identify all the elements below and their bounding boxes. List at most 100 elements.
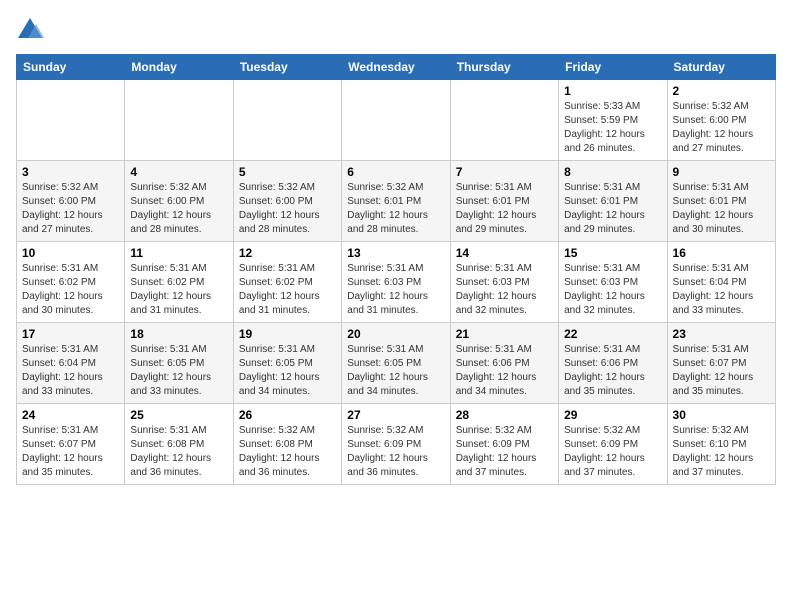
calendar-cell: 26 Sunrise: 5:32 AM Sunset: 6:08 PM Dayli… — [233, 404, 341, 485]
calendar-cell: 12Sunrise: 5:31 AM Sunset: 6:02 PM Dayli… — [233, 242, 341, 323]
day-info: Sunrise: 5:32 AM Sunset: 6:00 PM Dayligh… — [22, 181, 119, 237]
day-info: Sunrise: 5:31 AM Sunset: 6:01 PM Dayligh… — [673, 181, 770, 237]
calendar-cell — [342, 80, 450, 161]
day-number: 21 — [456, 327, 553, 341]
calendar-cell: 1 Sunrise: 5:33 AM Sunset: 5:59 PM Daylig… — [559, 80, 667, 161]
day-info: Sunrise: 5:31 AM Sunset: 6:02 PM Dayligh… — [130, 262, 227, 318]
day-info: Sunrise: 5:31 AM Sunset: 6:02 PM Dayligh… — [22, 262, 119, 318]
calendar-cell: 21 Sunrise: 5:31 AM Sunset: 6:06 PM Dayli… — [450, 323, 558, 404]
logo-icon — [16, 16, 44, 44]
calendar-row-1: 1 Sunrise: 5:33 AM Sunset: 5:59 PM Daylig… — [17, 80, 776, 161]
day-info: Sunrise: 5:31 AM Sunset: 6:04 PM Dayligh… — [22, 343, 119, 399]
day-info: Sunrise: 5:31 AM Sunset: 6:03 PM Dayligh… — [456, 262, 553, 318]
day-info: Sunrise: 5:32 AM Sunset: 6:00 PM Dayligh… — [239, 181, 336, 237]
day-number: 15 — [564, 246, 661, 260]
weekday-header-wednesday: Wednesday — [342, 55, 450, 80]
day-info: Sunrise: 5:32 AM Sunset: 6:00 PM Dayligh… — [130, 181, 227, 237]
day-number: 7 — [456, 165, 553, 179]
day-info: Sunrise: 5:31 AM Sunset: 6:08 PM Dayligh… — [130, 424, 227, 480]
day-number: 8 — [564, 165, 661, 179]
day-number: 14 — [456, 246, 553, 260]
day-info: Sunrise: 5:31 AM Sunset: 6:02 PM Dayligh… — [239, 262, 336, 318]
day-number: 13 — [347, 246, 444, 260]
day-info: Sunrise: 5:31 AM Sunset: 6:05 PM Dayligh… — [130, 343, 227, 399]
day-info: Sunrise: 5:32 AM Sunset: 6:09 PM Dayligh… — [347, 424, 444, 480]
calendar-cell: 18 Sunrise: 5:31 AM Sunset: 6:05 PM Dayli… — [125, 323, 233, 404]
calendar-cell: 11 Sunrise: 5:31 AM Sunset: 6:02 PM Dayli… — [125, 242, 233, 323]
calendar-cell: 22Sunrise: 5:31 AM Sunset: 6:06 PM Dayli… — [559, 323, 667, 404]
day-number: 4 — [130, 165, 227, 179]
calendar-cell: 2 Sunrise: 5:32 AM Sunset: 6:00 PM Daylig… — [667, 80, 775, 161]
day-number: 18 — [130, 327, 227, 341]
day-info: Sunrise: 5:32 AM Sunset: 6:09 PM Dayligh… — [456, 424, 553, 480]
day-number: 3 — [22, 165, 119, 179]
day-info: Sunrise: 5:32 AM Sunset: 6:08 PM Dayligh… — [239, 424, 336, 480]
day-number: 28 — [456, 408, 553, 422]
day-number: 16 — [673, 246, 770, 260]
calendar-cell: 4 Sunrise: 5:32 AM Sunset: 6:00 PM Daylig… — [125, 161, 233, 242]
calendar-row-3: 10 Sunrise: 5:31 AM Sunset: 6:02 PM Dayli… — [17, 242, 776, 323]
calendar-row-2: 3 Sunrise: 5:32 AM Sunset: 6:00 PM Daylig… — [17, 161, 776, 242]
day-number: 20 — [347, 327, 444, 341]
calendar-cell: 6 Sunrise: 5:32 AM Sunset: 6:01 PM Daylig… — [342, 161, 450, 242]
calendar-cell: 9 Sunrise: 5:31 AM Sunset: 6:01 PM Daylig… — [667, 161, 775, 242]
calendar-cell: 19 Sunrise: 5:31 AM Sunset: 6:05 PM Dayli… — [233, 323, 341, 404]
calendar-cell: 8 Sunrise: 5:31 AM Sunset: 6:01 PM Daylig… — [559, 161, 667, 242]
day-number: 29 — [564, 408, 661, 422]
weekday-header-sunday: Sunday — [17, 55, 125, 80]
day-number: 24 — [22, 408, 119, 422]
day-number: 19 — [239, 327, 336, 341]
calendar-cell: 15Sunrise: 5:31 AM Sunset: 6:03 PM Dayli… — [559, 242, 667, 323]
calendar-cell — [233, 80, 341, 161]
calendar-cell: 5 Sunrise: 5:32 AM Sunset: 6:00 PM Daylig… — [233, 161, 341, 242]
calendar-cell: 17 Sunrise: 5:31 AM Sunset: 6:04 PM Dayli… — [17, 323, 125, 404]
calendar-cell: 23 Sunrise: 5:31 AM Sunset: 6:07 PM Dayli… — [667, 323, 775, 404]
day-number: 27 — [347, 408, 444, 422]
day-info: Sunrise: 5:33 AM Sunset: 5:59 PM Dayligh… — [564, 100, 661, 156]
calendar-cell: 7 Sunrise: 5:31 AM Sunset: 6:01 PM Daylig… — [450, 161, 558, 242]
calendar-cell: 3 Sunrise: 5:32 AM Sunset: 6:00 PM Daylig… — [17, 161, 125, 242]
calendar-cell: 27 Sunrise: 5:32 AM Sunset: 6:09 PM Dayli… — [342, 404, 450, 485]
calendar-cell: 16 Sunrise: 5:31 AM Sunset: 6:04 PM Dayli… — [667, 242, 775, 323]
calendar-cell: 10 Sunrise: 5:31 AM Sunset: 6:02 PM Dayli… — [17, 242, 125, 323]
calendar-cell: 14 Sunrise: 5:31 AM Sunset: 6:03 PM Dayli… — [450, 242, 558, 323]
day-number: 11 — [130, 246, 227, 260]
day-number: 9 — [673, 165, 770, 179]
weekday-header-monday: Monday — [125, 55, 233, 80]
day-info: Sunrise: 5:31 AM Sunset: 6:07 PM Dayligh… — [673, 343, 770, 399]
day-info: Sunrise: 5:31 AM Sunset: 6:03 PM Dayligh… — [347, 262, 444, 318]
calendar-header-row: SundayMondayTuesdayWednesdayThursdayFrid… — [17, 55, 776, 80]
calendar-row-4: 17 Sunrise: 5:31 AM Sunset: 6:04 PM Dayli… — [17, 323, 776, 404]
day-info: Sunrise: 5:31 AM Sunset: 6:05 PM Dayligh… — [347, 343, 444, 399]
day-number: 17 — [22, 327, 119, 341]
calendar-cell: 20 Sunrise: 5:31 AM Sunset: 6:05 PM Dayli… — [342, 323, 450, 404]
day-number: 5 — [239, 165, 336, 179]
day-info: Sunrise: 5:32 AM Sunset: 6:01 PM Dayligh… — [347, 181, 444, 237]
day-number: 2 — [673, 84, 770, 98]
calendar-cell: 24 Sunrise: 5:31 AM Sunset: 6:07 PM Dayli… — [17, 404, 125, 485]
day-info: Sunrise: 5:32 AM Sunset: 6:00 PM Dayligh… — [673, 100, 770, 156]
day-info: Sunrise: 5:31 AM Sunset: 6:01 PM Dayligh… — [564, 181, 661, 237]
weekday-header-friday: Friday — [559, 55, 667, 80]
day-number: 26 — [239, 408, 336, 422]
day-number: 30 — [673, 408, 770, 422]
day-number: 1 — [564, 84, 661, 98]
day-info: Sunrise: 5:31 AM Sunset: 6:07 PM Dayligh… — [22, 424, 119, 480]
day-info: Sunrise: 5:31 AM Sunset: 6:06 PM Dayligh… — [456, 343, 553, 399]
day-info: Sunrise: 5:31 AM Sunset: 6:05 PM Dayligh… — [239, 343, 336, 399]
calendar-cell: 29 Sunrise: 5:32 AM Sunset: 6:09 PM Dayli… — [559, 404, 667, 485]
calendar-cell: 30 Sunrise: 5:32 AM Sunset: 6:10 PM Dayli… — [667, 404, 775, 485]
day-number: 10 — [22, 246, 119, 260]
logo — [16, 16, 48, 44]
day-number: 6 — [347, 165, 444, 179]
day-number: 23 — [673, 327, 770, 341]
calendar-cell — [125, 80, 233, 161]
calendar-cell — [450, 80, 558, 161]
page-header — [16, 16, 776, 44]
day-number: 22 — [564, 327, 661, 341]
day-info: Sunrise: 5:31 AM Sunset: 6:01 PM Dayligh… — [456, 181, 553, 237]
calendar-cell: 25Sunrise: 5:31 AM Sunset: 6:08 PM Dayli… — [125, 404, 233, 485]
day-info: Sunrise: 5:32 AM Sunset: 6:10 PM Dayligh… — [673, 424, 770, 480]
day-info: Sunrise: 5:31 AM Sunset: 6:04 PM Dayligh… — [673, 262, 770, 318]
day-info: Sunrise: 5:32 AM Sunset: 6:09 PM Dayligh… — [564, 424, 661, 480]
